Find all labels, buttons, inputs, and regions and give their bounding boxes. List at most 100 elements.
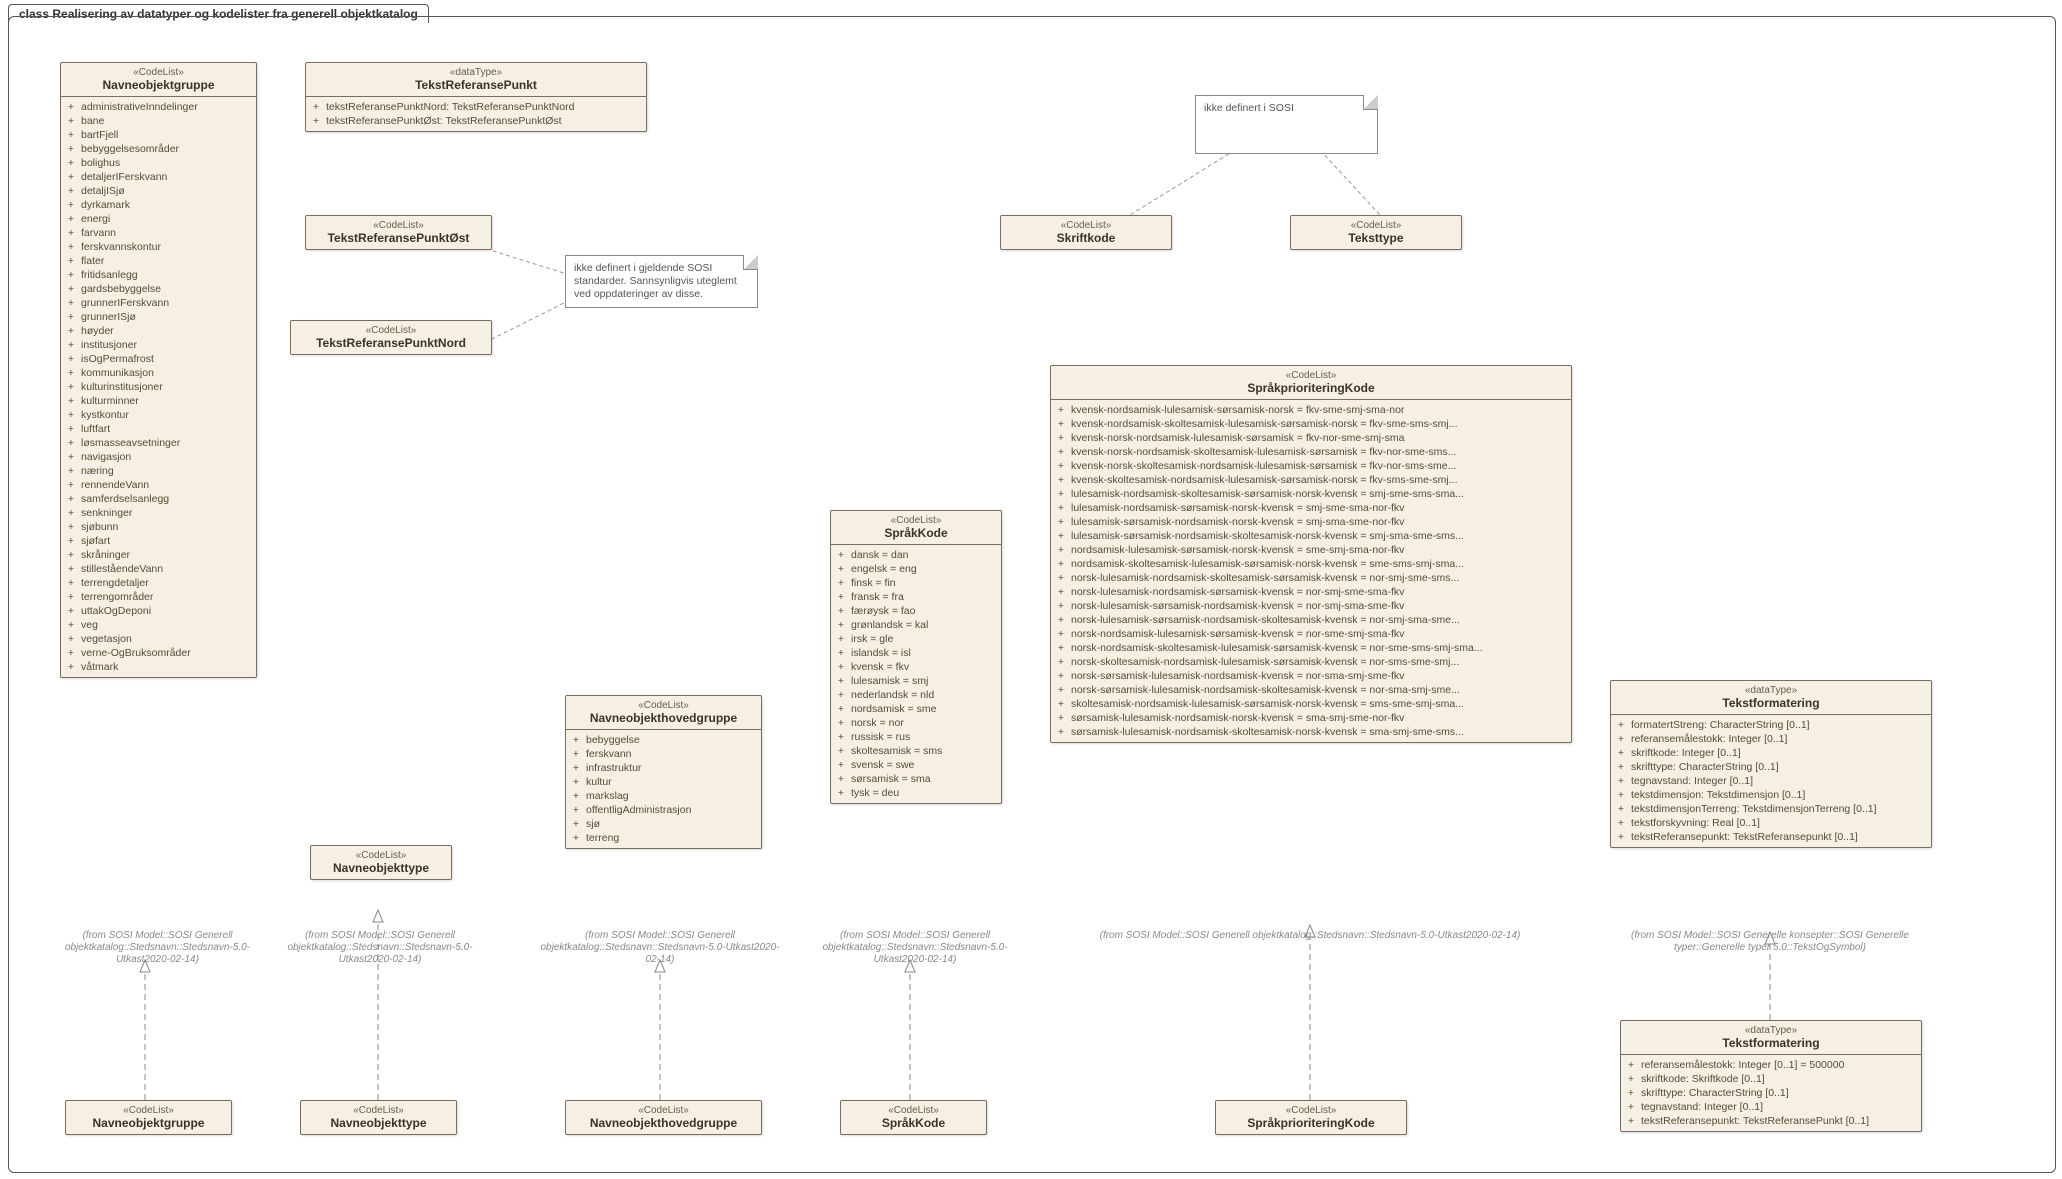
class-name: Navneobjektgruppe xyxy=(67,78,250,92)
attribute: +kvensk-norsk-skoltesamisk-nordsamisk-lu… xyxy=(1057,459,1565,473)
attribute: +grønlandsk = kal xyxy=(837,618,995,632)
attribute: +isOgPermafrost xyxy=(67,352,250,366)
attribute: +verne-OgBruksområder xyxy=(67,646,250,660)
diagram-canvas: class Realisering av datatyper og kodeli… xyxy=(0,0,2062,1179)
attribute: +tekstforskyvning: Real [0..1] xyxy=(1617,816,1925,830)
attribute: +nordsamisk-skoltesamisk-lulesamisk-sørs… xyxy=(1057,557,1565,571)
class-navneobjekttype-sub: «CodeList»Navneobjekttype xyxy=(300,1100,457,1135)
attribute: +norsk-lulesamisk-sørsamisk-nordsamisk-k… xyxy=(1057,599,1565,613)
attribute: +grunnerISjø xyxy=(67,310,250,324)
attribute: +norsk = nor xyxy=(837,716,995,730)
class-trp-nord: «CodeList» TekstReferansePunktNord xyxy=(290,320,492,355)
attribute: +lulesamisk-nordsamisk-skoltesamisk-sørs… xyxy=(1057,487,1565,501)
stereotype: «CodeList» xyxy=(67,67,250,78)
attribute: +terrengområder xyxy=(67,590,250,604)
attribute: +norsk-skoltesamisk-nordsamisk-lulesamis… xyxy=(1057,655,1565,669)
attribute: +uttakOgDeponi xyxy=(67,604,250,618)
attribute: +referansemålestokk: Integer [0..1] xyxy=(1617,732,1925,746)
attribute: +detaljISjø xyxy=(67,184,250,198)
class-skriftkode: «CodeList» Skriftkode xyxy=(1000,215,1172,250)
attribute: +sørsamisk-lulesamisk-nordsamisk-norsk-k… xyxy=(1057,711,1565,725)
attribute: +dansk = dan xyxy=(837,548,995,562)
attr-list: +administrativeInndelinger+bane+bartFjel… xyxy=(61,97,256,677)
attribute: +navigasjon xyxy=(67,450,250,464)
attribute: +skråninger xyxy=(67,548,250,562)
attribute: +senkninger xyxy=(67,506,250,520)
attribute: +bartFjell xyxy=(67,128,250,142)
attribute: +kvensk-nordsamisk-skoltesamisk-lulesami… xyxy=(1057,417,1565,431)
attribute: +tekstReferansepunkt: TekstReferansepunk… xyxy=(1617,830,1925,844)
attribute: +tegnavstand: Integer [0..1] xyxy=(1627,1100,1915,1114)
attribute: +luftfart xyxy=(67,422,250,436)
attribute: +stilleståendeVann xyxy=(67,562,250,576)
class-navneobjektgruppe: «CodeList» Navneobjektgruppe +administra… xyxy=(60,62,257,678)
attribute: +institusjoner xyxy=(67,338,250,352)
attribute: +løsmasseavsetninger xyxy=(67,436,250,450)
attribute: +tekstReferansepunkt: TekstReferansePunk… xyxy=(1627,1114,1915,1128)
attribute: +kulturminner xyxy=(67,394,250,408)
attribute: +fritidsanlegg xyxy=(67,268,250,282)
attribute: +norsk-sørsamisk-lulesamisk-nordsamisk-s… xyxy=(1057,683,1565,697)
attribute: +kvensk = fkv xyxy=(837,660,995,674)
attribute: +sjøfart xyxy=(67,534,250,548)
attribute: +norsk-nordsamisk-lulesamisk-sørsamisk-k… xyxy=(1057,627,1565,641)
from-label: (from SOSI Model::SOSI Generell objektka… xyxy=(810,930,1020,966)
attribute: +norsk-sørsamisk-lulesamisk-nordsamisk-k… xyxy=(1057,669,1565,683)
attribute: +administrativeInndelinger xyxy=(67,100,250,114)
attribute: +kommunikasjon xyxy=(67,366,250,380)
class-sprakkode: «CodeList» SpråkKode +dansk = dan+engels… xyxy=(830,510,1002,804)
attribute: +kvensk-skoltesamisk-nordsamisk-lulesami… xyxy=(1057,473,1565,487)
attribute: +skriftkode: Integer [0..1] xyxy=(1617,746,1925,760)
attribute: +lulesamisk-sørsamisk-nordsamisk-skoltes… xyxy=(1057,529,1565,543)
class-sprakkode-sub: «CodeList»SpråkKode xyxy=(840,1100,987,1135)
attribute: +irsk = gle xyxy=(837,632,995,646)
attribute: +tekstReferansePunktØst: TekstReferanseP… xyxy=(312,114,640,128)
attribute: +farvann xyxy=(67,226,250,240)
from-label: (from SOSI Model::SOSI Generell objektka… xyxy=(285,930,475,966)
attribute: +lulesamisk = smj xyxy=(837,674,995,688)
from-label: (from SOSI Model::SOSI Generell objektka… xyxy=(540,930,780,966)
note-sosi-standarder: ikke definert i gjeldende SOSI standarde… xyxy=(565,255,758,308)
attribute: +bane xyxy=(67,114,250,128)
class-tekstformatering-sub: «dataType» Tekstformatering +referansemå… xyxy=(1620,1020,1922,1132)
class-tekstformatering: «dataType» Tekstformatering +formatertSt… xyxy=(1610,680,1932,848)
class-navneobjekthovedgruppe: «CodeList» Navneobjekthovedgruppe +bebyg… xyxy=(565,695,762,849)
attribute: +nederlandsk = nld xyxy=(837,688,995,702)
class-sprakprioritering-sub: «CodeList»SpråkprioriteringKode xyxy=(1215,1100,1407,1135)
attribute: +sjøbunn xyxy=(67,520,250,534)
attribute: +våtmark xyxy=(67,660,250,674)
attribute: +sørsamisk = sma xyxy=(837,772,995,786)
attribute: +sjø xyxy=(572,817,755,831)
attribute: +gardsbebyggelse xyxy=(67,282,250,296)
class-navneobjektgruppe-sub: «CodeList»Navneobjektgruppe xyxy=(65,1100,232,1135)
attribute: +ferskvann xyxy=(572,747,755,761)
attribute: +samferdselsanlegg xyxy=(67,492,250,506)
attribute: +skrifttype: CharacterString [0..1] xyxy=(1617,760,1925,774)
note-ikke-definert: ikke definert i SOSI xyxy=(1195,95,1378,154)
attribute: +skrifttype: CharacterString [0..1] xyxy=(1627,1086,1915,1100)
attribute: +norsk-lulesamisk-nordsamisk-skoltesamis… xyxy=(1057,571,1565,585)
from-label: (from SOSI Model::SOSI Generelle konsept… xyxy=(1600,930,1940,954)
class-tekstreferansepunkt: «dataType» TekstReferansePunkt +tekstRef… xyxy=(305,62,647,132)
attribute: +norsk-nordsamisk-skoltesamisk-lulesamis… xyxy=(1057,641,1565,655)
attribute: +dyrkamark xyxy=(67,198,250,212)
class-teksttype: «CodeList» Teksttype xyxy=(1290,215,1462,250)
attribute: +nordsamisk-lulesamisk-sørsamisk-norsk-k… xyxy=(1057,543,1565,557)
attribute: +tysk = deu xyxy=(837,786,995,800)
class-navneobjekthovedgruppe-sub: «CodeList»Navneobjekthovedgruppe xyxy=(565,1100,762,1135)
attribute: +næring xyxy=(67,464,250,478)
attribute: +infrastruktur xyxy=(572,761,755,775)
attribute: +bolighus xyxy=(67,156,250,170)
attribute: +lulesamisk-nordsamisk-sørsamisk-norsk-k… xyxy=(1057,501,1565,515)
attribute: +engelsk = eng xyxy=(837,562,995,576)
attribute: +islandsk = isl xyxy=(837,646,995,660)
attribute: +skoltesamisk = sms xyxy=(837,744,995,758)
attribute: +fransk = fra xyxy=(837,590,995,604)
attribute: +norsk-lulesamisk-sørsamisk-nordsamisk-s… xyxy=(1057,613,1565,627)
attribute: +kvensk-norsk-nordsamisk-skoltesamisk-lu… xyxy=(1057,445,1565,459)
attribute: +flater xyxy=(67,254,250,268)
attribute: +kystkontur xyxy=(67,408,250,422)
attribute: +høyder xyxy=(67,324,250,338)
attribute: +markslag xyxy=(572,789,755,803)
attribute: +kvensk-nordsamisk-lulesamisk-sørsamisk-… xyxy=(1057,403,1565,417)
